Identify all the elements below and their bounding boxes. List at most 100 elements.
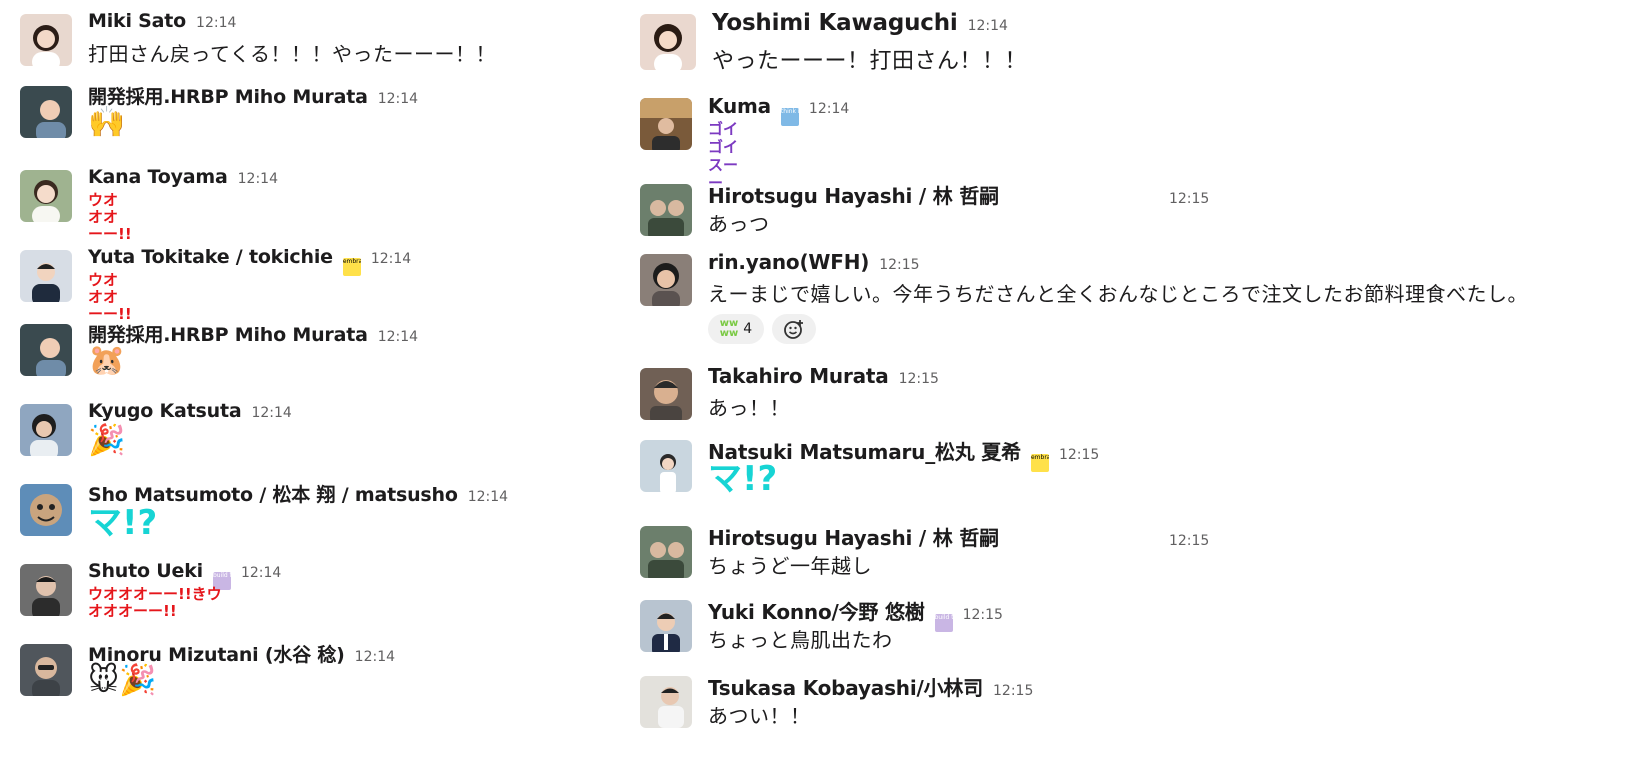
avatar[interactable] xyxy=(20,644,72,696)
timestamp[interactable]: 12:15 xyxy=(963,607,1003,623)
ma-surprised-emoji: マ!? xyxy=(708,459,778,499)
avatar[interactable] xyxy=(20,484,72,536)
sender-name[interactable]: Kana Toyama xyxy=(88,166,228,188)
message-text: あつい！！ xyxy=(708,704,811,728)
avatar[interactable] xyxy=(640,184,692,236)
message[interactable]: Sho Matsumoto / 松本 翔 / matsusho 12:14 マ!… xyxy=(20,480,620,560)
raised-hands-emoji: 🙌 xyxy=(88,105,126,140)
timestamp[interactable]: 12:15 xyxy=(1169,533,1209,549)
avatar[interactable] xyxy=(640,14,696,70)
avatar[interactable] xyxy=(20,250,72,302)
message[interactable]: Yuki Konno/今野 悠樹 build trust 12:15 ちょっと鳥… xyxy=(640,596,1640,672)
avatar[interactable] xyxy=(640,440,692,492)
timestamp[interactable]: 12:14 xyxy=(238,171,278,187)
sender-name[interactable]: Yoshimi Kawaguchi xyxy=(712,10,958,36)
timestamp[interactable]: 12:14 xyxy=(371,251,411,267)
message[interactable]: Shuto Ueki build trust 12:14 ウオオオーー!!きウオ… xyxy=(20,560,620,640)
avatar-image xyxy=(32,657,60,696)
avatar[interactable] xyxy=(640,98,692,150)
timestamp[interactable]: 12:14 xyxy=(809,101,849,117)
sender-name[interactable]: Miki Sato xyxy=(88,10,186,32)
build-trust-badge[interactable]: build trust xyxy=(934,614,953,632)
message[interactable]: 開発採用.HRBP Miho Murata 12:14 🐹 xyxy=(20,320,620,400)
message-text: やったーーー！打田さん！！！ xyxy=(712,49,1028,74)
sender-name[interactable]: Kuma xyxy=(708,94,771,118)
sender-name[interactable]: Kyugo Katsuta xyxy=(88,400,242,422)
message[interactable]: Hirotsugu Hayashi / 林 哲嗣 12:15 あっつ xyxy=(640,180,1640,250)
sender-name[interactable]: Tsukasa Kobayashi/小林司 xyxy=(708,672,983,701)
message[interactable]: Hirotsugu Hayashi / 林 哲嗣 12:15 ちょうど一年越し xyxy=(640,522,1640,596)
avatar[interactable] xyxy=(640,600,692,652)
avatar-image xyxy=(648,200,684,236)
avatar[interactable] xyxy=(20,564,72,616)
timestamp[interactable]: 12:14 xyxy=(241,565,281,581)
avatar[interactable] xyxy=(640,526,692,578)
timestamp[interactable]: 12:15 xyxy=(1169,191,1209,207)
sender-name[interactable]: 開発採用.HRBP Miho Murata xyxy=(88,82,368,109)
think-big-badge[interactable]: think big, aim high xyxy=(780,108,799,126)
avatar-image xyxy=(36,338,66,376)
timestamp[interactable]: 12:14 xyxy=(468,489,508,505)
avatar-image xyxy=(36,100,66,138)
right-message-column: Yoshimi Kawaguchi 12:14 やったーーー！打田さん！！！ K… xyxy=(640,10,1640,742)
message[interactable]: Miki Sato 12:14 打田さん戻ってくる！！！やったーーー！！ xyxy=(20,10,620,82)
add-reaction-button[interactable] xyxy=(772,314,816,344)
avatar[interactable] xyxy=(640,368,692,420)
embrace-the-future-badge[interactable]: embrace the future xyxy=(342,258,361,276)
avatar[interactable] xyxy=(20,324,72,376)
party-popper-emoji: 🎉 xyxy=(88,423,126,458)
avatar[interactable] xyxy=(20,14,72,66)
sender-name[interactable]: rin.yano(WFH) xyxy=(708,250,869,274)
timestamp[interactable]: 12:14 xyxy=(355,649,395,665)
avatar-image xyxy=(650,380,682,420)
sender-name[interactable]: Yuta Tokitake / tokichie xyxy=(88,246,333,268)
sender-name[interactable]: Shuto Ueki xyxy=(88,560,203,582)
message-text: 打田さん戻ってくる！！！やったーーー！！ xyxy=(88,42,496,66)
timestamp[interactable]: 12:14 xyxy=(968,18,1008,34)
message[interactable]: Tsukasa Kobayashi/小林司 12:15 あつい！！ xyxy=(640,672,1640,742)
reactions-bar: ww ww 4 xyxy=(708,314,816,344)
message[interactable]: rin.yano(WFH) 12:15 えーまじで嬉しい。今年うちださんと全くお… xyxy=(640,250,1640,364)
message[interactable]: Natsuki Matsumaru_松丸 夏希 embrace the futu… xyxy=(640,436,1640,522)
avatar-image xyxy=(648,542,684,578)
message[interactable]: Yuta Tokitake / tokichie embrace the fut… xyxy=(20,246,620,323)
message[interactable]: Kyugo Katsuta 12:14 🎉 xyxy=(20,400,620,480)
embrace-the-future-badge[interactable]: embrace the future xyxy=(1030,454,1049,472)
mouse-and-party-emoji: 🐭🎉 xyxy=(88,663,157,698)
timestamp[interactable]: 12:15 xyxy=(993,683,1033,699)
message[interactable]: 開発採用.HRBP Miho Murata 12:14 🙌 xyxy=(20,82,620,166)
uooo-emoji: ウオオオーー!! xyxy=(88,271,132,323)
avatar[interactable] xyxy=(20,170,72,222)
avatar-image xyxy=(32,180,60,222)
sender-name[interactable]: Yuki Konno/今野 悠樹 xyxy=(708,596,925,625)
timestamp[interactable]: 12:14 xyxy=(251,405,291,421)
sender-name[interactable]: 開発採用.HRBP Miho Murata xyxy=(88,320,368,347)
message[interactable]: Yoshimi Kawaguchi 12:14 やったーーー！打田さん！！！ xyxy=(640,10,1640,94)
ma-surprised-emoji: マ!? xyxy=(88,503,158,543)
sender-name[interactable]: Takahiro Murata xyxy=(708,364,889,388)
avatar-image xyxy=(652,263,680,306)
timestamp[interactable]: 12:15 xyxy=(879,257,919,273)
timestamp[interactable]: 12:14 xyxy=(196,15,236,31)
avatar-image xyxy=(32,25,60,66)
avatar[interactable] xyxy=(20,86,72,138)
message[interactable]: Takahiro Murata 12:15 あっ！！ xyxy=(640,364,1640,436)
timestamp[interactable]: 12:15 xyxy=(899,371,939,387)
sender-name[interactable]: Hirotsugu Hayashi / 林 哲嗣 xyxy=(708,522,999,551)
avatar-image xyxy=(658,687,684,728)
uooo-emoji-row: ウオオオーー!!きウオオオーー!! xyxy=(88,585,222,620)
avatar[interactable] xyxy=(640,254,692,306)
timestamp[interactable]: 12:14 xyxy=(378,329,418,345)
message-text: ちょうど一年越し xyxy=(708,554,872,578)
avatar[interactable] xyxy=(20,404,72,456)
avatar[interactable] xyxy=(640,676,692,728)
timestamp[interactable]: 12:15 xyxy=(1059,447,1099,463)
avatar-image xyxy=(652,613,680,652)
www-emoji-icon: ww ww xyxy=(719,318,739,339)
message[interactable]: Minoru Mizutani (水谷 稔) 12:14 🐭🎉 xyxy=(20,640,620,718)
sender-name[interactable]: Hirotsugu Hayashi / 林 哲嗣 xyxy=(708,180,999,209)
reaction-www[interactable]: ww ww 4 xyxy=(708,314,764,344)
message[interactable]: Kuma think big, aim high 12:14 ゴイゴイスーー xyxy=(640,94,1640,192)
message[interactable]: Kana Toyama 12:14 ウオオオーー!! xyxy=(20,166,620,246)
timestamp[interactable]: 12:14 xyxy=(378,91,418,107)
